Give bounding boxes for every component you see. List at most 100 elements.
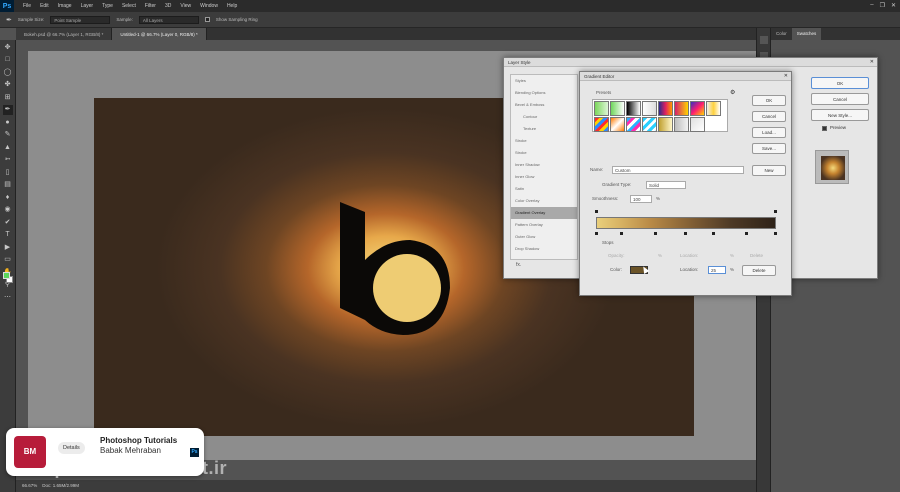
eraser-tool-icon[interactable]: ▯ xyxy=(3,168,13,178)
color-delete-button[interactable]: Delete xyxy=(742,265,776,276)
color-location-field[interactable]: 25 xyxy=(708,266,726,274)
preset-swatch[interactable] xyxy=(642,117,657,132)
gradient-ok-button[interactable]: OK xyxy=(752,95,786,106)
dodge-tool-icon[interactable]: ◉ xyxy=(3,205,13,215)
opacity-stop[interactable] xyxy=(595,210,598,213)
layer-style-cancel-button[interactable]: Cancel xyxy=(811,93,869,105)
preset-swatch[interactable] xyxy=(706,101,721,116)
close-icon[interactable]: ✕ xyxy=(784,73,788,79)
menu-type[interactable]: Type xyxy=(102,3,113,9)
color-stop[interactable] xyxy=(774,232,777,235)
color-stop[interactable] xyxy=(620,232,623,235)
tab-color[interactable]: Color xyxy=(771,28,792,40)
fx-label[interactable]: fx. xyxy=(516,262,521,268)
preset-swatch[interactable] xyxy=(610,117,625,132)
gradient-tool-icon[interactable]: ▤ xyxy=(3,180,13,190)
preview-checkbox[interactable] xyxy=(822,126,827,131)
details-button[interactable]: Details xyxy=(58,442,85,454)
history-brush-icon[interactable]: ➳ xyxy=(3,155,13,165)
gradient-name-field[interactable]: Custom xyxy=(612,166,744,174)
list-item[interactable]: Contour xyxy=(511,111,577,123)
tab-bokeh[interactable]: Bokeh.psd @ 66.7% (Layer 1, RGB/8) * xyxy=(16,28,113,40)
path-select-icon[interactable]: ▶ xyxy=(3,243,13,253)
preset-swatch[interactable] xyxy=(594,117,609,132)
gradient-preview-bar[interactable] xyxy=(596,217,776,229)
gradient-new-button[interactable]: New xyxy=(752,165,786,176)
color-stop[interactable] xyxy=(745,232,748,235)
list-item[interactable]: Stroke xyxy=(511,147,577,159)
shape-tool-icon[interactable]: ▭ xyxy=(3,255,13,265)
menu-select[interactable]: Select xyxy=(122,3,136,9)
menu-view[interactable]: View xyxy=(180,3,191,9)
list-item[interactable]: Outer Glow xyxy=(511,231,577,243)
sample-size-select[interactable]: Point Sample xyxy=(50,15,111,24)
list-item-gradient-overlay[interactable]: Gradient Overlay xyxy=(511,207,577,219)
preset-swatch[interactable] xyxy=(674,117,689,132)
gradient-save-button[interactable]: Save... xyxy=(752,143,786,154)
menu-window[interactable]: Window xyxy=(200,3,218,9)
preset-swatch[interactable] xyxy=(658,117,673,132)
move-tool-icon[interactable]: ✥ xyxy=(3,43,13,53)
marquee-tool-icon[interactable]: □ xyxy=(3,55,13,65)
list-item[interactable]: Stroke xyxy=(511,135,577,147)
color-stop[interactable] xyxy=(595,232,598,235)
menu-image[interactable]: Image xyxy=(58,3,72,9)
list-item[interactable]: Texture xyxy=(511,123,577,135)
smoothness-field[interactable]: 100 xyxy=(630,195,652,203)
presets-settings-icon[interactable]: ⚙ xyxy=(730,89,735,96)
close-icon[interactable]: ✕ xyxy=(870,59,874,65)
list-item[interactable]: Inner Shadow xyxy=(511,159,577,171)
show-ring-checkbox[interactable] xyxy=(204,17,210,22)
list-item[interactable]: Color Overlay xyxy=(511,195,577,207)
list-item[interactable]: Drop Shadow xyxy=(511,243,577,255)
preset-swatch[interactable] xyxy=(690,117,705,132)
preset-swatch[interactable] xyxy=(626,101,641,116)
preset-swatch[interactable] xyxy=(626,117,641,132)
color-stop[interactable] xyxy=(654,232,657,235)
layer-style-ok-button[interactable]: OK xyxy=(811,77,869,89)
quick-select-tool-icon[interactable]: ✤ xyxy=(3,80,13,90)
menu-layer[interactable]: Layer xyxy=(81,3,94,9)
tab-untitled[interactable]: Untitled-1 @ 66.7% (Layer 0, RGB/8) * xyxy=(112,28,207,40)
zoom-readout[interactable]: 66.67% xyxy=(22,483,37,488)
menu-file[interactable]: File xyxy=(23,3,31,9)
restore-icon[interactable]: ❐ xyxy=(880,2,885,9)
menu-3d[interactable]: 3D xyxy=(165,3,171,9)
eyedropper-tool-icon[interactable]: ✒ xyxy=(6,16,12,24)
pen-tool-icon[interactable]: ✔ xyxy=(3,218,13,228)
lasso-tool-icon[interactable]: ◯ xyxy=(3,68,13,78)
brush-tool-icon[interactable]: ✎ xyxy=(3,130,13,140)
blur-tool-icon[interactable]: ♦ xyxy=(3,193,13,203)
opacity-stop[interactable] xyxy=(774,210,777,213)
new-style-button[interactable]: New Style... xyxy=(811,109,869,121)
preset-swatch[interactable] xyxy=(690,101,705,116)
list-item[interactable]: Bevel & Emboss xyxy=(511,99,577,111)
color-stop[interactable] xyxy=(712,232,715,235)
list-item[interactable]: Satin xyxy=(511,183,577,195)
sample-select[interactable]: All Layers xyxy=(138,15,199,24)
list-item[interactable]: Blending Options xyxy=(511,87,577,99)
list-item[interactable]: Pattern Overlay xyxy=(511,219,577,231)
healing-tool-icon[interactable]: ● xyxy=(3,118,13,128)
more-tools-icon[interactable]: ⋯ xyxy=(3,293,13,303)
list-item[interactable]: Styles xyxy=(511,75,577,87)
eyedropper-tool-icon[interactable]: ✒ xyxy=(2,105,13,115)
foreground-color-swatch[interactable] xyxy=(3,272,10,279)
gradient-type-select[interactable]: Solid xyxy=(646,181,686,189)
preset-swatch[interactable] xyxy=(594,101,609,116)
tab-swatches[interactable]: Swatches xyxy=(791,28,822,40)
gradient-load-button[interactable]: Load... xyxy=(752,127,786,138)
stamp-tool-icon[interactable]: ▲ xyxy=(3,143,13,153)
minimize-icon[interactable]: – xyxy=(870,2,873,9)
preset-swatch[interactable] xyxy=(674,101,689,116)
preset-swatch[interactable] xyxy=(642,101,657,116)
preset-swatch[interactable] xyxy=(610,101,625,116)
list-item[interactable]: Inner Glow xyxy=(511,171,577,183)
preset-swatch[interactable] xyxy=(658,101,673,116)
menu-help[interactable]: Help xyxy=(227,3,237,9)
type-tool-icon[interactable]: T xyxy=(3,230,13,240)
close-icon[interactable]: ✕ xyxy=(891,2,896,9)
menu-filter[interactable]: Filter xyxy=(145,3,156,9)
crop-tool-icon[interactable]: ⊞ xyxy=(3,93,13,103)
menu-edit[interactable]: Edit xyxy=(40,3,49,9)
